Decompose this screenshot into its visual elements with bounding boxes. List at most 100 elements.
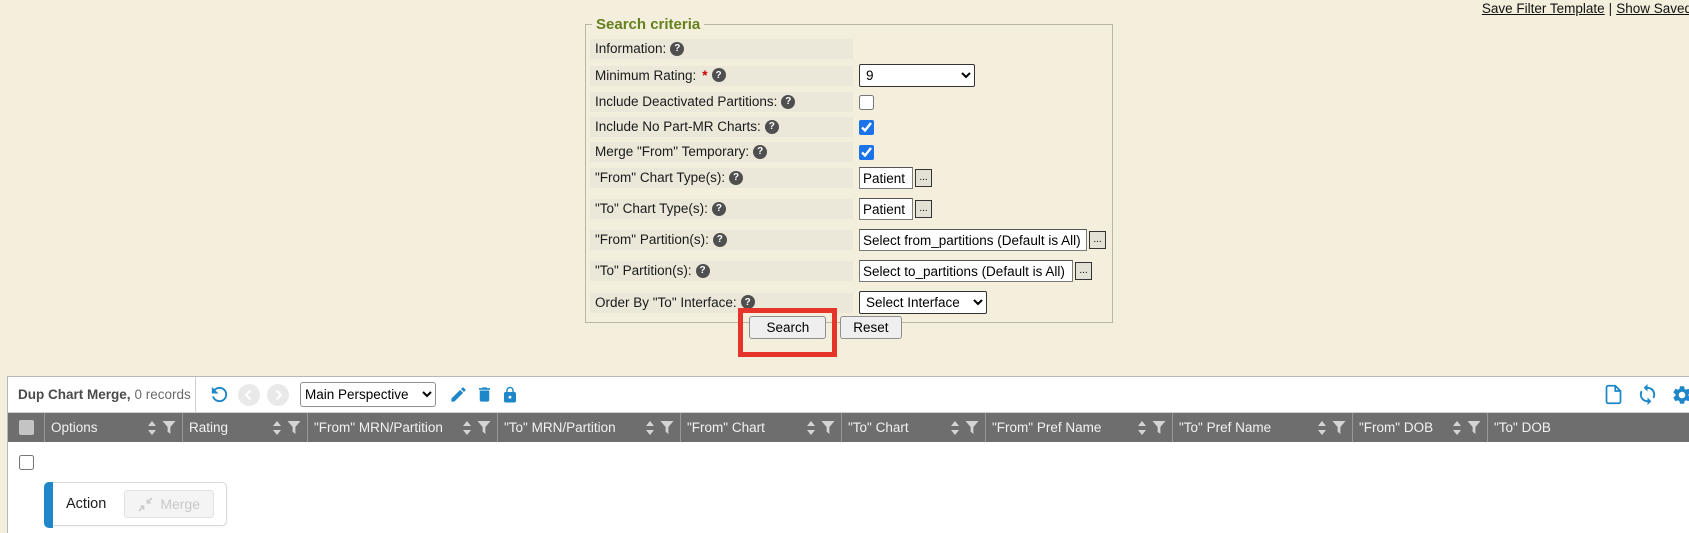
- column-header-to-chart[interactable]: "To" Chart: [842, 413, 986, 442]
- previous-page-icon[interactable]: [238, 384, 260, 406]
- from-chart-types-label: "From" Chart Type(s): ?: [590, 168, 853, 188]
- sort-icon[interactable]: [645, 421, 655, 435]
- sort-icon[interactable]: [1317, 421, 1327, 435]
- required-asterisk: *: [702, 68, 707, 83]
- to-partitions-label: "To" Partition(s): ?: [590, 261, 853, 281]
- filter-icon[interactable]: [1467, 421, 1481, 434]
- include-no-partmr-label: Include No Part-MR Charts: ?: [590, 117, 853, 137]
- from-chart-types-input[interactable]: [859, 167, 913, 189]
- search-criteria-legend: Search criteria: [592, 16, 704, 33]
- help-icon[interactable]: ?: [712, 202, 726, 216]
- column-header-from-chart[interactable]: "From" Chart: [681, 413, 842, 442]
- help-icon[interactable]: ?: [713, 233, 727, 247]
- sort-icon[interactable]: [462, 421, 472, 435]
- help-icon[interactable]: ?: [670, 42, 684, 56]
- filter-icon[interactable]: [1332, 421, 1346, 434]
- action-accent-bar: [44, 482, 53, 528]
- form-row-information: Information: ?: [590, 39, 1106, 59]
- help-icon[interactable]: ?: [712, 68, 726, 82]
- filter-icon[interactable]: [477, 421, 491, 434]
- filter-icon[interactable]: [965, 421, 979, 434]
- form-row-from-partitions: "From" Partition(s): ? ...: [590, 229, 1106, 251]
- from-partitions-input[interactable]: [859, 229, 1087, 251]
- filter-icon[interactable]: [660, 421, 674, 434]
- filter-template-links: Save Filter Template |Show Saved: [1482, 1, 1689, 16]
- sort-icon[interactable]: [1137, 421, 1147, 435]
- minimum-rating-label: Minimum Rating: * ?: [590, 66, 853, 86]
- refresh-icon[interactable]: [1636, 383, 1659, 406]
- from-partitions-picker-button[interactable]: ...: [1089, 231, 1106, 249]
- column-header-rating[interactable]: Rating: [183, 413, 308, 442]
- include-deactivated-checkbox[interactable]: [859, 95, 874, 110]
- column-header-from-mrn[interactable]: "From" MRN/Partition: [308, 413, 498, 442]
- sort-icon[interactable]: [1452, 421, 1462, 435]
- to-chart-types-picker-button[interactable]: ...: [915, 200, 932, 218]
- filter-icon[interactable]: [287, 421, 301, 434]
- merge-from-temporary-checkbox[interactable]: [859, 145, 874, 160]
- filter-icon[interactable]: [821, 421, 835, 434]
- merge-button[interactable]: Merge: [124, 490, 214, 518]
- reset-button[interactable]: Reset: [840, 316, 901, 339]
- grid-title: Dup Chart Merge, 0 records: [8, 377, 196, 412]
- edit-perspective-icon[interactable]: [449, 385, 468, 404]
- show-saved-link[interactable]: Show Saved: [1616, 1, 1689, 16]
- information-label: Information: ?: [590, 39, 853, 59]
- form-buttons-row: Search Reset: [585, 308, 1055, 357]
- gear-icon[interactable]: [1671, 384, 1689, 406]
- column-header-to-pref-name[interactable]: "To" Pref Name: [1173, 413, 1353, 442]
- link-separator: |: [1609, 1, 1613, 16]
- save-filter-template-link[interactable]: Save Filter Template: [1482, 1, 1605, 16]
- record-count: 0 records: [135, 387, 191, 402]
- help-icon[interactable]: ?: [729, 171, 743, 185]
- sort-icon[interactable]: [147, 421, 157, 435]
- dup-chart-merge-grid: Dup Chart Merge, 0 records Main Perspect…: [7, 376, 1689, 533]
- form-row-include-deactivated: Include Deactivated Partitions: ?: [590, 92, 1106, 112]
- new-document-icon[interactable]: [1603, 384, 1624, 405]
- form-row-include-no-partmr: Include No Part-MR Charts: ?: [590, 117, 1106, 137]
- filter-icon[interactable]: [1152, 421, 1166, 434]
- perspective-select[interactable]: Main Perspective: [300, 382, 436, 407]
- sort-icon[interactable]: [272, 421, 282, 435]
- include-deactivated-label: Include Deactivated Partitions: ?: [590, 92, 853, 112]
- column-header-options[interactable]: Options: [45, 413, 183, 442]
- form-row-to-chart-types: "To" Chart Type(s): ? ...: [590, 198, 1106, 220]
- row-checkbox[interactable]: [19, 455, 34, 470]
- undo-icon[interactable]: [208, 383, 231, 406]
- search-criteria-fieldset: Search criteria Information: ? Minimum R…: [585, 16, 1113, 323]
- form-row-minimum-rating: Minimum Rating: * ? 9: [590, 64, 1106, 87]
- help-icon[interactable]: ?: [696, 264, 710, 278]
- filter-icon[interactable]: [162, 421, 176, 434]
- sort-icon[interactable]: [950, 421, 960, 435]
- to-partitions-input[interactable]: [859, 260, 1073, 282]
- help-icon[interactable]: ?: [781, 95, 795, 109]
- from-chart-types-picker-button[interactable]: ...: [915, 169, 932, 187]
- lock-perspective-icon[interactable]: [501, 386, 519, 404]
- column-header-from-pref-name[interactable]: "From" Pref Name: [986, 413, 1173, 442]
- merge-from-temporary-label: Merge "From" Temporary: ?: [590, 142, 853, 162]
- help-icon[interactable]: ?: [753, 145, 767, 159]
- to-chart-types-input[interactable]: [859, 198, 913, 220]
- minimum-rating-select[interactable]: 9: [859, 64, 975, 87]
- search-button[interactable]: Search: [749, 316, 826, 339]
- grid-toolbar: Dup Chart Merge, 0 records Main Perspect…: [8, 377, 1689, 413]
- to-chart-types-label: "To" Chart Type(s): ?: [590, 199, 853, 219]
- include-no-partmr-checkbox[interactable]: [859, 120, 874, 135]
- grid-body: Action Merge: [8, 442, 1689, 533]
- help-icon[interactable]: ?: [765, 120, 779, 134]
- select-all-checkbox[interactable]: [8, 413, 45, 442]
- delete-perspective-icon[interactable]: [475, 385, 494, 404]
- to-partitions-picker-button[interactable]: ...: [1075, 262, 1092, 280]
- column-header-from-dob[interactable]: "From" DOB: [1353, 413, 1488, 442]
- form-row-from-chart-types: "From" Chart Type(s): ? ...: [590, 167, 1106, 189]
- grid-header-row: Options Rating "From" MRN/Partition "To"…: [8, 413, 1689, 442]
- column-header-to-dob[interactable]: "To" DOB: [1488, 413, 1689, 442]
- action-label: Action: [66, 496, 106, 512]
- next-page-icon[interactable]: [267, 384, 289, 406]
- merge-icon: [138, 497, 153, 512]
- from-partitions-label: "From" Partition(s): ?: [590, 230, 853, 250]
- highlight-annotation: Search: [738, 308, 837, 357]
- column-header-to-mrn[interactable]: "To" MRN/Partition: [498, 413, 681, 442]
- form-row-to-partitions: "To" Partition(s): ? ...: [590, 260, 1106, 282]
- help-icon[interactable]: ?: [741, 295, 755, 309]
- sort-icon[interactable]: [806, 421, 816, 435]
